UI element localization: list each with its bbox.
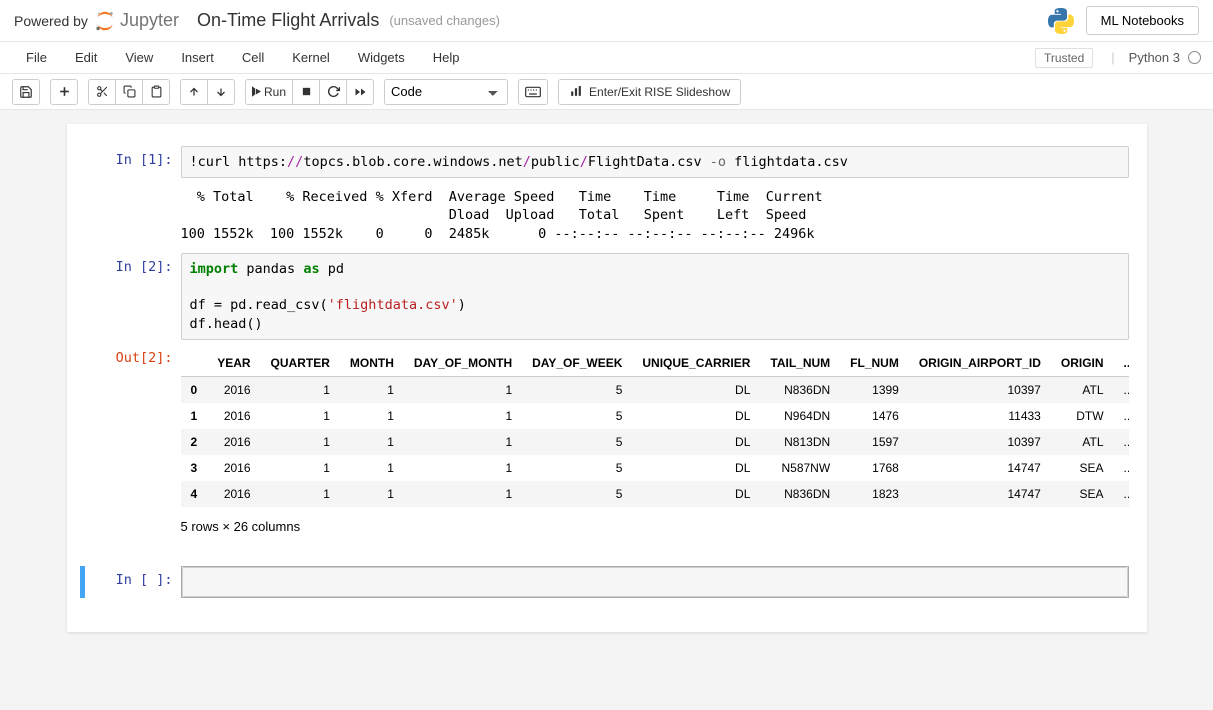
kernel-indicator[interactable]: Python 3 (1129, 50, 1201, 65)
cell-output: % Total % Received % Xferd Average Speed… (85, 182, 1129, 249)
restart-icon (327, 85, 340, 98)
arrow-down-icon (215, 86, 227, 98)
row-index: 0 (181, 376, 208, 403)
paste-button[interactable] (142, 79, 170, 105)
column-header: ORIGIN_AIRPORT_ID (909, 350, 1051, 377)
rise-button-label: Enter/Exit RISE Slideshow (589, 85, 730, 99)
cell-output: Out[2]: YEARQUARTERMONTHDAY_OF_MONTHDAY_… (85, 344, 1129, 556)
table-row: 320161115DLN587NW176814747SEA... (181, 455, 1129, 481)
dataframe-output: YEARQUARTERMONTHDAY_OF_MONTHDAY_OF_WEEKU… (181, 344, 1129, 556)
run-button[interactable]: Run (245, 79, 293, 105)
save-icon (19, 85, 33, 99)
cell-type-select[interactable]: CodeMarkdownRaw NBConvertHeading (384, 79, 508, 105)
toolbar: Run CodeMarkdownRaw NBConvertHeading Ent… (0, 74, 1213, 110)
menu-help[interactable]: Help (419, 46, 474, 69)
column-header: UNIQUE_CARRIER (632, 350, 760, 377)
interrupt-button[interactable] (292, 79, 320, 105)
column-header: DAY_OF_WEEK (522, 350, 632, 377)
horizontal-scrollbar[interactable] (181, 542, 1129, 556)
code-cell[interactable]: In [2]: import pandas as pd df = pd.read… (85, 253, 1129, 340)
restart-run-all-button[interactable] (346, 79, 374, 105)
cell-in-prompt: In [ ]: (85, 566, 181, 598)
paste-icon (150, 85, 163, 98)
code-cell[interactable]: In [1]: !curl https://topcs.blob.core.wi… (85, 146, 1129, 178)
column-header: YEAR (207, 350, 260, 377)
row-index: 4 (181, 481, 208, 507)
output-text: % Total % Received % Xferd Average Speed… (181, 182, 1129, 249)
table-row: 120161115DLN964DN147611433DTW... (181, 403, 1129, 429)
code-input[interactable] (182, 567, 1128, 597)
bar-chart-icon (569, 85, 583, 98)
trusted-indicator[interactable]: Trusted (1035, 48, 1093, 68)
notebook-inner: In [1]: !curl https://topcs.blob.core.wi… (67, 124, 1147, 632)
plus-icon (58, 85, 71, 98)
kernel-idle-icon (1188, 51, 1201, 64)
copy-button[interactable] (115, 79, 143, 105)
column-header: QUARTER (261, 350, 340, 377)
menu-kernel[interactable]: Kernel (278, 46, 344, 69)
rise-slideshow-button[interactable]: Enter/Exit RISE Slideshow (558, 79, 741, 105)
column-header: MONTH (340, 350, 404, 377)
stop-icon (301, 86, 312, 97)
menu-edit[interactable]: Edit (61, 46, 111, 69)
menu-widgets[interactable]: Widgets (344, 46, 419, 69)
jupyter-icon (94, 10, 116, 32)
menubar: FileEditViewInsertCellKernelWidgetsHelp … (0, 42, 1213, 74)
cell-in-prompt: In [2]: (85, 253, 181, 340)
jupyter-label: Jupyter (120, 10, 179, 31)
cut-icon (96, 85, 109, 98)
column-header: DAY_OF_MONTH (404, 350, 522, 377)
table-row: 420161115DLN836DN182314747SEA... (181, 481, 1129, 507)
cell-in-prompt: In [1]: (85, 146, 181, 178)
login-button[interactable]: ML Notebooks (1086, 6, 1199, 35)
move-down-button[interactable] (207, 79, 235, 105)
cut-button[interactable] (88, 79, 116, 105)
cell-out-prompt: Out[2]: (85, 344, 181, 556)
column-header: FL_NUM (840, 350, 909, 377)
table-row: 220161115DLN813DN159710397ATL... (181, 429, 1129, 455)
column-header: TAIL_NUM (760, 350, 840, 377)
move-up-button[interactable] (180, 79, 208, 105)
code-input[interactable]: !curl https://topcs.blob.core.windows.ne… (181, 146, 1129, 178)
code-input[interactable]: import pandas as pd df = pd.read_csv('fl… (181, 253, 1129, 340)
row-index: 2 (181, 429, 208, 455)
kernel-name: Python 3 (1129, 50, 1180, 65)
notebook-header: Powered by Jupyter On-Time Flight Arriva… (0, 0, 1213, 42)
notebook-container: In [1]: !curl https://topcs.blob.core.wi… (0, 110, 1213, 710)
keyboard-icon (525, 86, 541, 98)
restart-button[interactable] (319, 79, 347, 105)
save-button[interactable] (12, 79, 40, 105)
menu-cell[interactable]: Cell (228, 46, 278, 69)
menu-insert[interactable]: Insert (167, 46, 228, 69)
run-button-label: Run (264, 85, 286, 99)
notebook-name[interactable]: On-Time Flight Arrivals (197, 10, 379, 31)
python-kernel-icon (1048, 4, 1074, 37)
menu-view[interactable]: View (111, 46, 167, 69)
unsaved-changes-label: (unsaved changes) (389, 13, 500, 28)
table-row: 020161115DLN836DN139910397ATL... (181, 376, 1129, 403)
command-palette-button[interactable] (518, 79, 548, 105)
add-cell-button[interactable] (50, 79, 78, 105)
column-header: ... (1114, 350, 1129, 377)
arrow-up-icon (188, 86, 200, 98)
copy-icon (123, 85, 136, 98)
code-cell[interactable]: In [ ]: (85, 566, 1129, 598)
row-index: 3 (181, 455, 208, 481)
dataframe-table: YEARQUARTERMONTHDAY_OF_MONTHDAY_OF_WEEKU… (181, 350, 1129, 507)
powered-by-label: Powered by (14, 13, 88, 29)
menu-file[interactable]: File (12, 46, 61, 69)
dataframe-shape-label: 5 rows × 26 columns (181, 507, 1129, 540)
row-index: 1 (181, 403, 208, 429)
fast-forward-icon (354, 86, 367, 98)
jupyter-logo[interactable]: Jupyter (94, 10, 179, 32)
column-header: ORIGIN (1051, 350, 1114, 377)
run-icon (252, 86, 261, 97)
